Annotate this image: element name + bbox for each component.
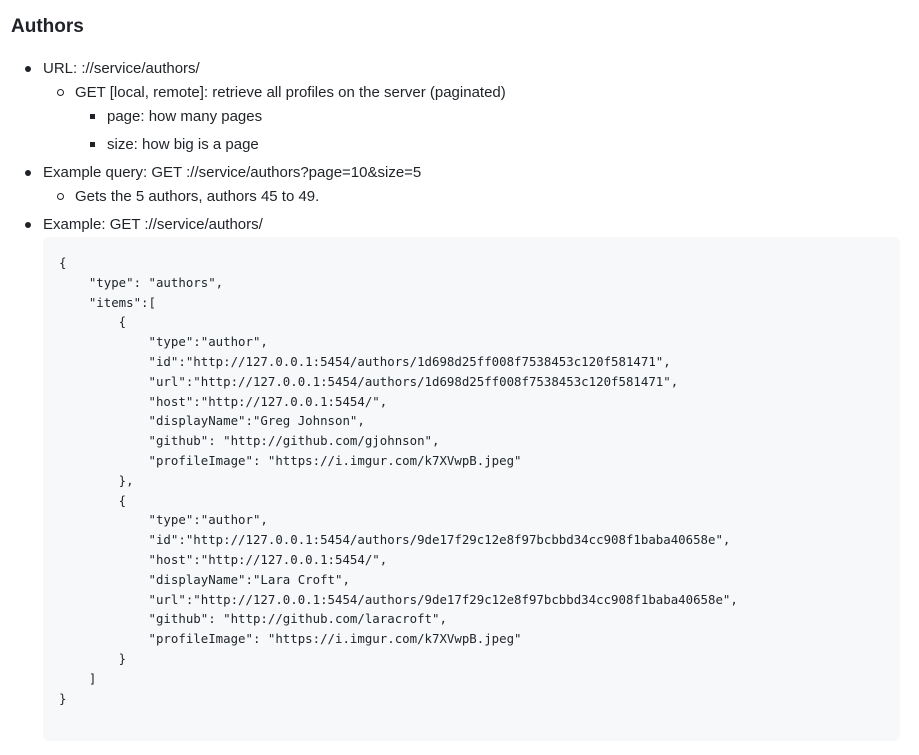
code-line: "github": "http://github.com/laracroft", [59,611,447,627]
bullet-disc-icon [25,66,31,72]
code-line: }, [59,472,134,488]
code-line: "profileImage": "https://i.imgur.com/k7X… [59,453,522,468]
code-line: "displayName":"Lara Croft", [59,571,350,587]
code-line: "url":"http://127.0.0.1:5454/authors/9de… [59,591,738,607]
bullet-disc-icon [25,170,31,176]
code-line: "type":"author", [59,334,268,350]
code-line: "url":"http://127.0.0.1:5454/authors/1d6… [59,373,679,389]
code-line: { [59,255,67,270]
param-size-text: size: how big is a page [107,136,259,153]
code-line: "host":"http://127.0.0.1:5454/", [59,552,388,567]
example-text: Example: GET ://service/authors/ [43,216,263,233]
code-line: "type": "authors", [59,274,224,290]
page-title: Authors [11,16,84,37]
code-line: ] [59,670,97,686]
code-line: { [59,492,127,508]
code-line: "displayName":"Greg Johnson", [59,413,365,429]
url-text: URL: ://service/authors/ [43,60,200,77]
code-line: "id":"http://127.0.0.1:5454/authors/9de1… [59,532,731,548]
bullet-disc-icon [25,222,31,228]
code-block[interactable] [43,237,900,741]
bullet-circle-icon [57,89,64,96]
query-result-text: Gets the 5 authors, authors 45 to 49. [75,188,320,205]
param-page-text: page: how many pages [107,108,263,125]
code-line: "host":"http://127.0.0.1:5454/", [59,393,388,409]
get-method-text: GET [local, remote]: retrieve all profil… [75,84,506,101]
bullet-square-icon [90,142,95,147]
example-query-text: Example query: GET ://service/authors?pa… [43,164,422,181]
code-line: { [59,314,127,330]
bullet-circle-icon [57,193,64,200]
code-line: "items":[ [59,294,156,310]
code-line: } [59,651,127,666]
code-line: } [59,690,67,706]
code-line: "profileImage": "https://i.imgur.com/k7X… [59,631,522,647]
code-line: "github": "http://github.com/gjohnson", [59,433,440,449]
code-line: "type":"author", [59,512,268,528]
code-line: "id":"http://127.0.0.1:5454/authors/1d69… [59,354,671,369]
bullet-square-icon [90,114,95,119]
